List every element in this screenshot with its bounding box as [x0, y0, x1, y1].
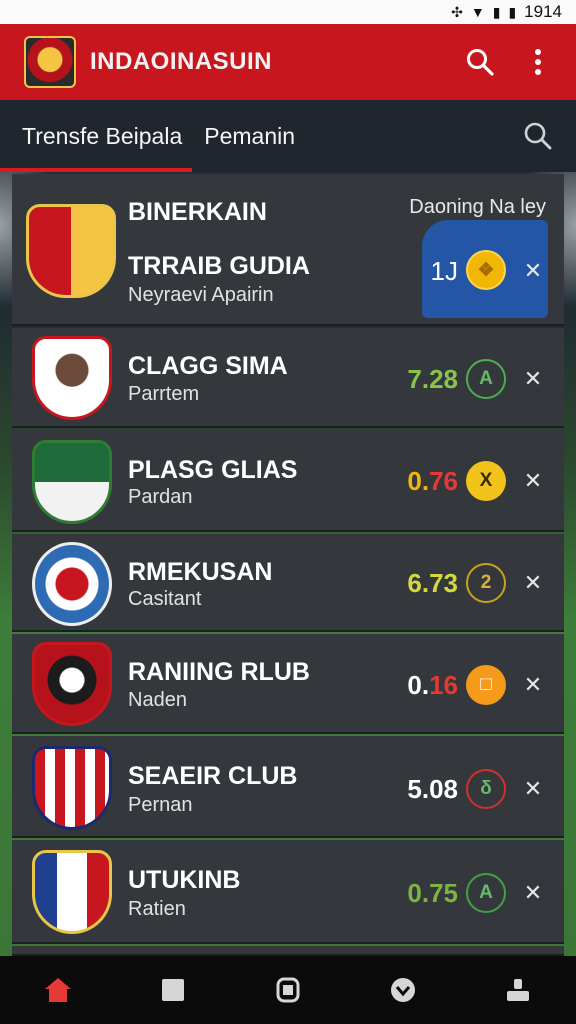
featured-title: BINERKAIN	[128, 198, 267, 226]
club-name: UTUKINB	[128, 866, 241, 894]
club-score: 0.75	[407, 878, 458, 908]
overflow-menu-button[interactable]	[518, 42, 558, 82]
app-title: INDAOINASUIN	[90, 48, 273, 75]
remove-button[interactable]: ✕	[522, 672, 544, 698]
club-badge: 2	[466, 563, 506, 603]
remove-button[interactable]: ✕	[522, 468, 544, 494]
remove-button[interactable]: ✕	[522, 570, 544, 596]
featured-subtitle: Neyraevi Apairin	[128, 284, 274, 306]
battery-icon: ▮	[508, 3, 517, 20]
club-crest	[32, 542, 112, 626]
status-time: 1914	[524, 2, 562, 21]
nfc-icon: ✣	[451, 3, 463, 20]
nav-profile[interactable]	[498, 970, 538, 1010]
club-row[interactable]: PLASG GLIAS Pardan 0.76 X ✕	[12, 430, 564, 532]
club-name: PLASG GLIAS	[128, 456, 298, 484]
club-crest	[32, 336, 112, 420]
wifi-icon: ▼	[470, 4, 485, 20]
club-badge: A	[466, 873, 506, 913]
club-row[interactable]: SEAEIR CLUB Pernan 5.08 δ ✕	[12, 736, 564, 838]
club-score-int: 0.	[407, 466, 430, 496]
club-badge: X	[466, 461, 506, 501]
club-role: Pardan	[128, 486, 193, 508]
featured-badge: ❖	[466, 250, 506, 290]
tab-players[interactable]: Pemanin	[204, 100, 295, 172]
club-score: 0.16	[407, 670, 458, 701]
club-row[interactable]: UTUKINB Ratien 0.75 A ✕	[12, 840, 564, 944]
featured-name: TRRAIB GUDIA	[128, 252, 310, 280]
club-badge: A	[466, 359, 506, 399]
home-icon	[44, 978, 71, 1002]
signal-icon: ▮	[492, 3, 501, 20]
club-badge: δ	[466, 769, 506, 809]
club-badge: □	[466, 665, 506, 705]
club-score-int: 0.	[407, 670, 430, 700]
club-role: Naden	[128, 689, 187, 711]
tab-bar: Trensfe Beipala Pemanin	[0, 100, 576, 172]
list-item-partial	[12, 946, 564, 956]
nav-home[interactable]	[38, 970, 78, 1010]
transfer-list: BINERKAIN Daoning Na ley TRRAIB GUDIA Ne…	[12, 174, 564, 956]
club-crest	[32, 746, 112, 830]
search-button[interactable]	[460, 42, 500, 82]
club-row[interactable]: RANIING RLUB Naden 0.16 □ ✕	[12, 634, 564, 734]
club-name: CLAGG SIMA	[128, 352, 288, 380]
club-score-frac: 76	[429, 466, 458, 496]
app-logo	[24, 36, 76, 88]
shield-icon	[391, 978, 416, 1002]
club-role: Pernan	[128, 794, 193, 816]
square-icon	[161, 979, 184, 1001]
tab-transfer[interactable]: Trensfe Beipala	[0, 100, 193, 172]
club-crest	[32, 850, 112, 934]
club-score-frac: 16	[429, 670, 458, 700]
club-name: SEAEIR CLUB	[128, 762, 298, 790]
list-icon	[276, 977, 300, 1003]
club-crest	[32, 642, 112, 726]
club-row[interactable]: RMEKUSAN Casitant 6.73 2 ✕	[12, 534, 564, 632]
remove-button[interactable]: ✕	[522, 366, 544, 392]
status-bar: ✣ ▼ ▮ ▮ 1914	[0, 0, 576, 24]
featured-row[interactable]: BINERKAIN Daoning Na ley TRRAIB GUDIA Ne…	[12, 174, 564, 326]
profile-icon	[507, 979, 530, 1001]
search-icon	[467, 49, 494, 76]
app-bar: INDAOINASUIN	[0, 24, 576, 100]
club-score: 6.73	[407, 568, 458, 598]
club-role: Ratien	[128, 898, 186, 920]
tab-search-button[interactable]	[522, 120, 554, 152]
remove-button[interactable]: ✕	[522, 776, 544, 802]
nav-list[interactable]	[268, 970, 308, 1010]
nav-square[interactable]	[153, 970, 193, 1010]
club-name: RMEKUSAN	[128, 558, 273, 586]
nav-favorites[interactable]	[383, 970, 423, 1010]
remove-button[interactable]: ✕	[522, 258, 544, 284]
more-vert-icon	[535, 49, 541, 75]
remove-button[interactable]: ✕	[522, 880, 544, 906]
club-row[interactable]: CLAGG SIMA Parrtem 7.28 A ✕	[12, 328, 564, 428]
club-crest	[26, 204, 116, 298]
club-score: 5.08	[407, 774, 458, 804]
featured-corner-label: Daoning Na ley	[409, 196, 546, 218]
search-icon	[524, 122, 552, 150]
club-score: 7.28	[407, 364, 458, 394]
club-name: RANIING RLUB	[128, 658, 310, 686]
featured-score: 1J	[430, 256, 458, 286]
club-score: 0.76	[407, 466, 458, 497]
club-role: Casitant	[128, 588, 202, 610]
club-role: Parrtem	[128, 383, 200, 405]
coin-icon: ❖	[477, 259, 495, 281]
club-crest	[32, 440, 112, 524]
bottom-navigation	[0, 956, 576, 1024]
